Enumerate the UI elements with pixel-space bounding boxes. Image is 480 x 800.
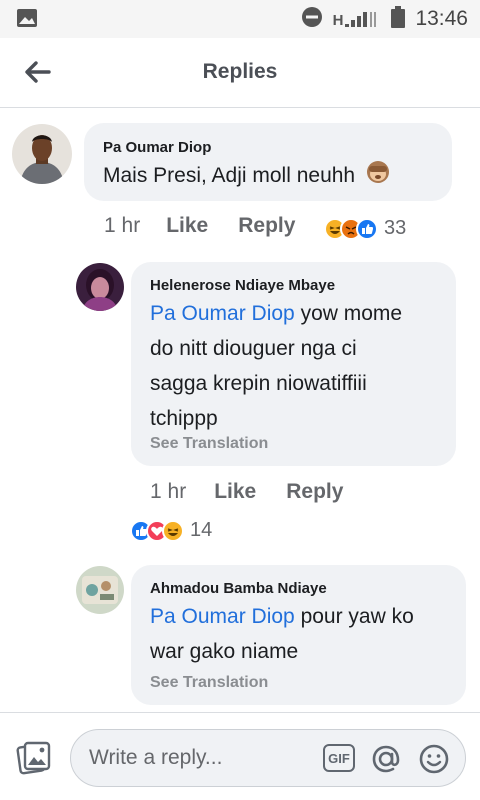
signal-icon: H	[333, 9, 382, 29]
see-no-evil-monkey-emoji	[365, 158, 391, 195]
see-translation-link[interactable]: See Translation	[150, 435, 268, 453]
like-reaction-icon	[356, 217, 378, 240]
reply-text-line: war gako niame	[150, 640, 299, 663]
reply-composer[interactable]: Write a reply... GIF	[70, 729, 466, 787]
reply-text: Pa Oumar Diop yow mome do nitt diouguer …	[150, 296, 450, 436]
reaction-summary[interactable]: 33	[324, 217, 406, 240]
photo-icon	[16, 741, 51, 775]
emoji-button[interactable]	[417, 742, 451, 776]
reply-actions: 1 hr Like Reply	[150, 480, 343, 504]
mention-link[interactable]: Pa Oumar Diop	[150, 605, 295, 628]
mention-button[interactable]	[369, 742, 403, 776]
app-bar: Replies	[0, 38, 480, 108]
comment-text: Mais Presi, Adji moll neuhh	[103, 158, 443, 195]
avatar[interactable]	[76, 263, 124, 311]
reaction-count: 14	[190, 519, 213, 541]
at-icon	[372, 745, 400, 773]
reply-text: Pa Oumar Diop pour yaw ko war gako niame	[150, 599, 462, 669]
reaction-summary[interactable]: 14	[130, 519, 212, 542]
avatar[interactable]	[76, 566, 124, 614]
reply-input[interactable]: Write a reply...	[89, 746, 222, 770]
like-button[interactable]: Like	[214, 480, 256, 504]
comment-author[interactable]: Pa Oumar Diop	[103, 139, 211, 156]
battery-icon	[391, 5, 406, 33]
mention-link[interactable]: Pa Oumar Diop	[150, 302, 295, 325]
comment-actions: 1 hr Like Reply	[104, 214, 295, 238]
reply-author[interactable]: Ahmadou Bamba Ndiaye	[150, 580, 327, 597]
smiley-icon	[419, 744, 449, 774]
reply-button[interactable]: Reply	[238, 214, 295, 238]
photo-button[interactable]	[16, 740, 52, 776]
reply-text-line: do nitt diouguer nga ci	[150, 337, 357, 360]
haha-reaction-icon	[162, 519, 184, 542]
clock: 13:46	[415, 7, 468, 30]
gallery-notification-icon	[16, 8, 38, 28]
network-type: H	[332, 12, 344, 29]
reply-text-line: tchippp	[150, 407, 218, 430]
reply-button[interactable]: Reply	[286, 480, 343, 504]
reply-text-line: sagga krepin niowatiffiii	[150, 372, 367, 395]
reaction-count: 33	[384, 217, 407, 239]
comment-time: 1 hr	[104, 214, 141, 237]
gif-button[interactable]: GIF	[323, 744, 355, 772]
page-title: Replies	[202, 60, 278, 83]
like-button[interactable]: Like	[166, 214, 208, 238]
do-not-disturb-icon	[301, 6, 323, 33]
avatar[interactable]	[12, 124, 72, 184]
reply-text-line: yow mome	[294, 302, 403, 325]
see-translation-link[interactable]: See Translation	[150, 674, 268, 692]
status-bar: H 13:46	[0, 0, 480, 38]
composer-divider	[0, 712, 480, 713]
reply-time: 1 hr	[150, 480, 187, 503]
reply-text-line: pour yaw ko	[294, 605, 414, 628]
reply-author[interactable]: Helenerose Ndiaye Mbaye	[150, 277, 335, 294]
comment-text-content: Mais Presi, Adji moll neuhh	[103, 164, 356, 188]
